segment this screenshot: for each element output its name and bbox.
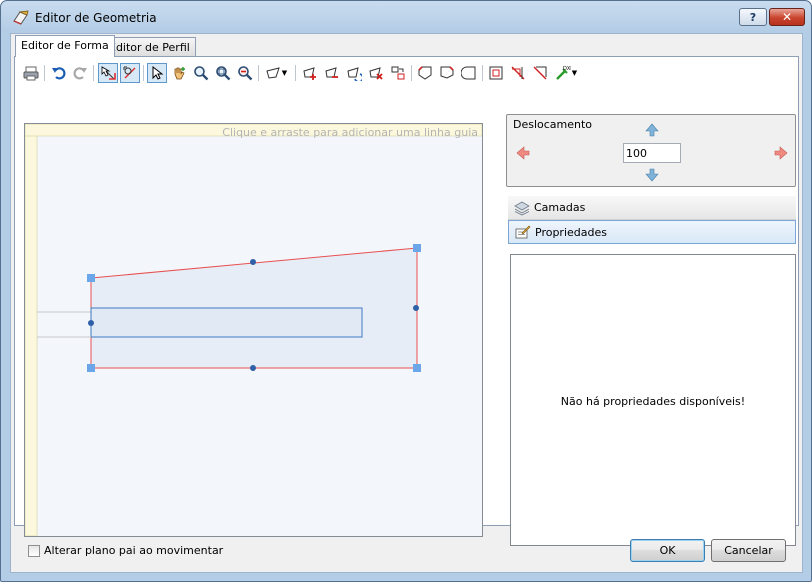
redo-button[interactable]: [70, 63, 90, 83]
print-icon: [23, 66, 39, 81]
tab-profile-editor[interactable]: Editor de Perfil: [103, 37, 196, 56]
chamfer-right-button[interactable]: [437, 63, 457, 83]
zoom-fit-button[interactable]: [213, 63, 233, 83]
cut-diagonal-icon: [511, 66, 525, 80]
properties-panel-header[interactable]: Propriedades: [508, 220, 796, 244]
snap-alt-icon: [123, 66, 136, 79]
frame-button[interactable]: [486, 63, 506, 83]
title-bar[interactable]: Editor de Geometria ? ✕: [1, 1, 811, 31]
guide-line-hint: Clique e arraste para adicionar uma linh…: [222, 126, 478, 139]
properties-area: Não há propriedades disponíveis!: [510, 254, 796, 546]
remove-vertex-button[interactable]: [322, 63, 342, 83]
align-shape-button[interactable]: [388, 63, 408, 83]
move-parent-plane-option[interactable]: Alterar plano pai ao movimentar: [28, 544, 223, 557]
select-arrow-button[interactable]: [147, 63, 167, 83]
print-button[interactable]: [21, 63, 41, 83]
midpoint-handle[interactable]: [250, 365, 256, 371]
chamfer-right-icon: [440, 66, 454, 79]
window-title: Editor de Geometria: [35, 11, 157, 25]
offset-group: Deslocamento: [506, 114, 796, 187]
undo-icon: [52, 67, 66, 80]
arrow-down-icon[interactable]: [644, 167, 660, 183]
dxf-import-icon: DXF: [555, 66, 571, 80]
zoom-in-button[interactable]: [191, 63, 211, 83]
pan-hand-button[interactable]: [169, 63, 189, 83]
properties-icon: [515, 225, 531, 239]
tab-content: ▼ DX ▼ Clique e arraste para adicionar u…: [14, 56, 799, 546]
layers-panel-header[interactable]: Camadas: [508, 196, 796, 220]
move-parent-plane-checkbox[interactable]: [28, 544, 40, 557]
svg-text:DXF: DXF: [563, 66, 571, 72]
zoom-out-button[interactable]: [235, 63, 255, 83]
remove-vertex-icon: [325, 67, 338, 78]
rotate-shape-button[interactable]: [344, 63, 364, 83]
select-arrow-icon: [152, 65, 164, 80]
pan-hand-icon: [174, 67, 185, 80]
arrow-up-icon[interactable]: [644, 122, 660, 138]
geometry-editor-icon: [13, 10, 29, 25]
cut-diagonal-alt-button[interactable]: [530, 63, 550, 83]
tab-shape-editor[interactable]: Editor de Forma: [15, 35, 115, 57]
align-shape-icon: [391, 66, 405, 80]
zoom-out-icon: [238, 66, 253, 81]
ok-button[interactable]: OK: [630, 539, 705, 562]
move-parent-plane-label: Alterar plano pai ao movimentar: [44, 544, 224, 557]
undo-button[interactable]: [49, 63, 69, 83]
drawing-canvas[interactable]: Clique e arraste para adicionar uma linh…: [24, 123, 483, 537]
vertex-handle[interactable]: [87, 364, 95, 372]
offset-title: Deslocamento: [513, 118, 593, 131]
add-vertex-icon: [303, 67, 316, 80]
chamfer-left-button[interactable]: [415, 63, 435, 83]
snap-icon: [101, 66, 116, 80]
dialog-client-area: Editor de Forma Editor de Perfil ▼ DX ▼ …: [10, 33, 803, 573]
delete-shape-icon: [369, 67, 383, 80]
cut-diagonal-alt-icon: [533, 66, 547, 80]
redo-icon: [73, 67, 87, 80]
layers-icon: [514, 201, 530, 216]
polygon-dropdown-button[interactable]: ▼: [262, 63, 290, 83]
no-properties-message: Não há propriedades disponíveis!: [560, 395, 746, 408]
rotate-shape-icon: [347, 67, 362, 81]
help-button[interactable]: ?: [739, 8, 767, 26]
vertex-handle[interactable]: [413, 364, 421, 372]
midpoint-handle[interactable]: [88, 320, 94, 326]
chevron-down-icon: ▼: [571, 69, 578, 77]
geometry-drawing[interactable]: [25, 124, 482, 536]
cancel-button[interactable]: Cancelar: [711, 539, 786, 562]
arrow-right-icon[interactable]: [773, 145, 789, 161]
properties-label: Propriedades: [535, 225, 607, 239]
delete-shape-button[interactable]: [366, 63, 386, 83]
midpoint-handle[interactable]: [250, 259, 256, 265]
snap-alt-button[interactable]: [120, 63, 140, 83]
corner-icon: [461, 66, 476, 80]
vertex-handle[interactable]: [413, 244, 421, 252]
vertex-handle[interactable]: [87, 274, 95, 282]
layers-label: Camadas: [534, 201, 586, 214]
chamfer-left-icon: [418, 66, 432, 80]
frame-icon: [489, 66, 503, 80]
profile-rectangle[interactable]: [90, 307, 363, 338]
polygon-dropdown-icon: [266, 67, 280, 79]
midpoint-handle[interactable]: [413, 305, 419, 311]
geometry-editor-window: Editor de Geometria ? ✕ Editor de Forma …: [0, 0, 812, 582]
toolbar: ▼ DX ▼: [19, 61, 794, 87]
dxf-import-button[interactable]: DXF▼: [552, 63, 580, 83]
zoom-in-icon: [194, 66, 209, 81]
arrow-left-icon[interactable]: [515, 145, 531, 161]
snap-button[interactable]: [98, 63, 118, 83]
cut-diagonal-button[interactable]: [508, 63, 528, 83]
add-vertex-button[interactable]: [300, 63, 320, 83]
zoom-fit-icon: [216, 66, 231, 81]
close-button[interactable]: ✕: [769, 8, 805, 26]
offset-value-input[interactable]: [623, 143, 681, 163]
corner-button[interactable]: [459, 63, 479, 83]
chevron-down-icon: ▼: [281, 69, 288, 77]
